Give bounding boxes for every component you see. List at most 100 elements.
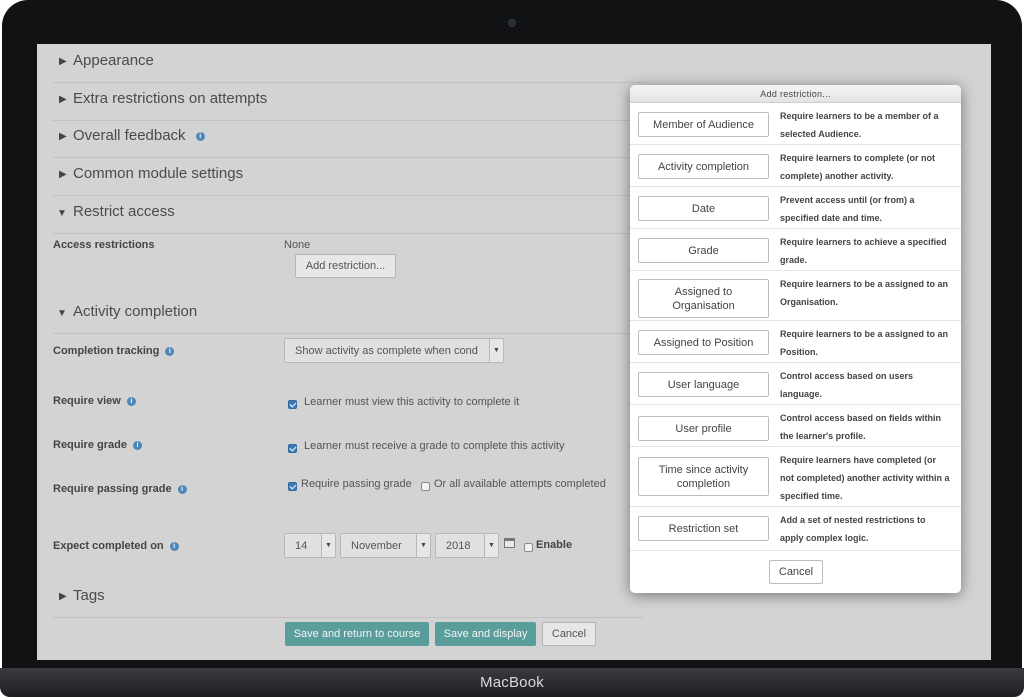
info-icon[interactable]: i [169,541,179,551]
info-icon[interactable]: i [165,346,175,356]
info-icon[interactable]: i [132,440,142,450]
user-profile-button[interactable]: User profile [638,416,769,441]
assigned-to-organisation-button[interactable]: Assigned to Organisation [638,279,769,318]
dialog-cancel-button[interactable]: Cancel [769,560,823,584]
dialog-title: Add restriction... [630,85,961,103]
user-language-button[interactable]: User language [638,372,769,397]
option-description: Require learners to be a assigned to an … [780,279,949,307]
require-grade-text: Learner must receive a grade to complete… [304,440,565,452]
restriction-option-organisation: Assigned to Organisation Require learner… [630,271,961,321]
access-restrictions-value: None [284,239,311,251]
section-tags[interactable]: ▶ Tags [53,584,643,618]
require-passing-label: Require passing grade i [53,483,187,495]
enable-date-checkbox[interactable] [524,543,533,552]
require-view-text-label: Require view [53,395,121,407]
all-attempts-text: Or all available attempts completed [434,478,606,490]
caret-right-icon: ▶ [59,131,67,142]
grade-button[interactable]: Grade [638,238,769,263]
section-title: Restrict access [73,203,175,220]
caret-right-icon: ▶ [59,94,67,105]
calendar-icon[interactable] [504,538,515,548]
section-title: Activity completion [73,303,198,320]
caret-right-icon: ▶ [59,591,67,602]
select-value: Show activity as complete when cond [295,345,478,357]
info-icon[interactable]: i [195,131,205,141]
option-description: Add a set of nested restrictions to appl… [780,515,926,543]
section-title: Common module settings [73,165,244,182]
divider [53,120,643,121]
require-passing-checkbox[interactable] [288,482,297,491]
completion-tracking-label: Completion tracking i [53,345,175,357]
restriction-option-set: Restriction set Add a set of nested rest… [630,507,961,551]
option-description: Control access based on users language. [780,371,914,399]
select-value: 14 [295,540,308,552]
year-select[interactable]: 2018 ▼ [435,533,499,558]
divider [53,617,643,618]
caret-right-icon: ▶ [59,56,67,67]
dropdown-arrow-icon: ▼ [321,534,335,557]
option-description: Require learners to be a assigned to an … [780,329,949,357]
option-description: Require learners to be a member of a sel… [780,111,939,139]
restriction-option-profile: User profile Control access based on fie… [630,405,961,447]
section-overall-feedback[interactable]: ▶ Overall feedback i [53,124,643,158]
section-title: Overall feedback i [73,127,205,144]
info-icon[interactable]: i [177,484,187,494]
month-select[interactable]: November ▼ [340,533,431,558]
divider [53,82,643,83]
section-title: Extra restrictions on attempts [73,90,268,107]
divider [53,233,643,234]
expect-completed-label: Expect completed on i [53,540,179,552]
restriction-option-audience: Member of Audience Require learners to b… [630,103,961,145]
restriction-option-position: Assigned to Position Require learners to… [630,321,961,363]
require-passing-text-label: Require passing grade [53,483,172,495]
section-common-module[interactable]: ▶ Common module settings [53,162,643,196]
cancel-button[interactable]: Cancel [542,622,596,646]
device-label: MacBook [480,674,544,691]
add-restriction-dialog: Add restriction... Member of Audience Re… [630,85,961,593]
dropdown-arrow-icon: ▼ [484,534,498,557]
member-of-audience-button[interactable]: Member of Audience [638,112,769,137]
option-description: Require learners have completed (or not … [780,455,950,501]
option-description: Require learners to achieve a specified … [780,237,947,265]
screen: ▶ Appearance ▶ Extra restrictions on att… [37,44,991,660]
caret-down-icon: ▼ [57,208,67,219]
require-passing-text: Require passing grade [301,478,412,490]
info-icon[interactable]: i [126,396,136,406]
dropdown-arrow-icon: ▼ [489,339,503,362]
save-display-button[interactable]: Save and display [435,622,536,646]
section-appearance[interactable]: ▶ Appearance [53,49,643,83]
require-grade-checkbox[interactable] [288,444,297,453]
divider [53,157,643,158]
option-description: Prevent access until (or from) a specifi… [780,195,915,223]
day-select[interactable]: 14 ▼ [284,533,336,558]
require-view-checkbox[interactable] [288,400,297,409]
caret-down-icon: ▼ [57,308,67,319]
section-extra-restrictions[interactable]: ▶ Extra restrictions on attempts [53,87,643,121]
restriction-option-activity: Activity completion Require learners to … [630,145,961,187]
restriction-set-button[interactable]: Restriction set [638,516,769,541]
section-title-text: Overall feedback [73,127,186,144]
camera-icon [508,19,516,27]
divider [53,333,643,334]
laptop-frame: MacBook ▶ Appearance ▶ Extra restriction… [0,0,1024,697]
section-title: Appearance [73,52,154,69]
activity-completion-button[interactable]: Activity completion [638,154,769,179]
all-attempts-checkbox[interactable] [421,482,430,491]
add-restriction-button[interactable]: Add restriction... [295,254,396,278]
expect-completed-text: Expect completed on [53,540,164,552]
section-restrict-access[interactable]: ▼ Restrict access [53,200,643,234]
time-since-activity-button[interactable]: Time since activity completion [638,457,769,496]
restriction-option-time-since: Time since activity completion Require l… [630,447,961,507]
option-description: Control access based on fields within th… [780,413,942,441]
select-value: 2018 [446,540,471,552]
restriction-option-language: User language Control access based on us… [630,363,961,405]
assigned-to-position-button[interactable]: Assigned to Position [638,330,769,355]
save-return-button[interactable]: Save and return to course [285,622,429,646]
date-button[interactable]: Date [638,196,769,221]
option-description: Require learners to complete (or not com… [780,153,936,181]
dropdown-arrow-icon: ▼ [416,534,430,557]
require-view-text: Learner must view this activity to compl… [304,396,520,408]
divider [53,195,643,196]
completion-tracking-select[interactable]: Show activity as complete when cond ▼ [284,338,504,363]
section-activity-completion[interactable]: ▼ Activity completion [53,300,643,334]
